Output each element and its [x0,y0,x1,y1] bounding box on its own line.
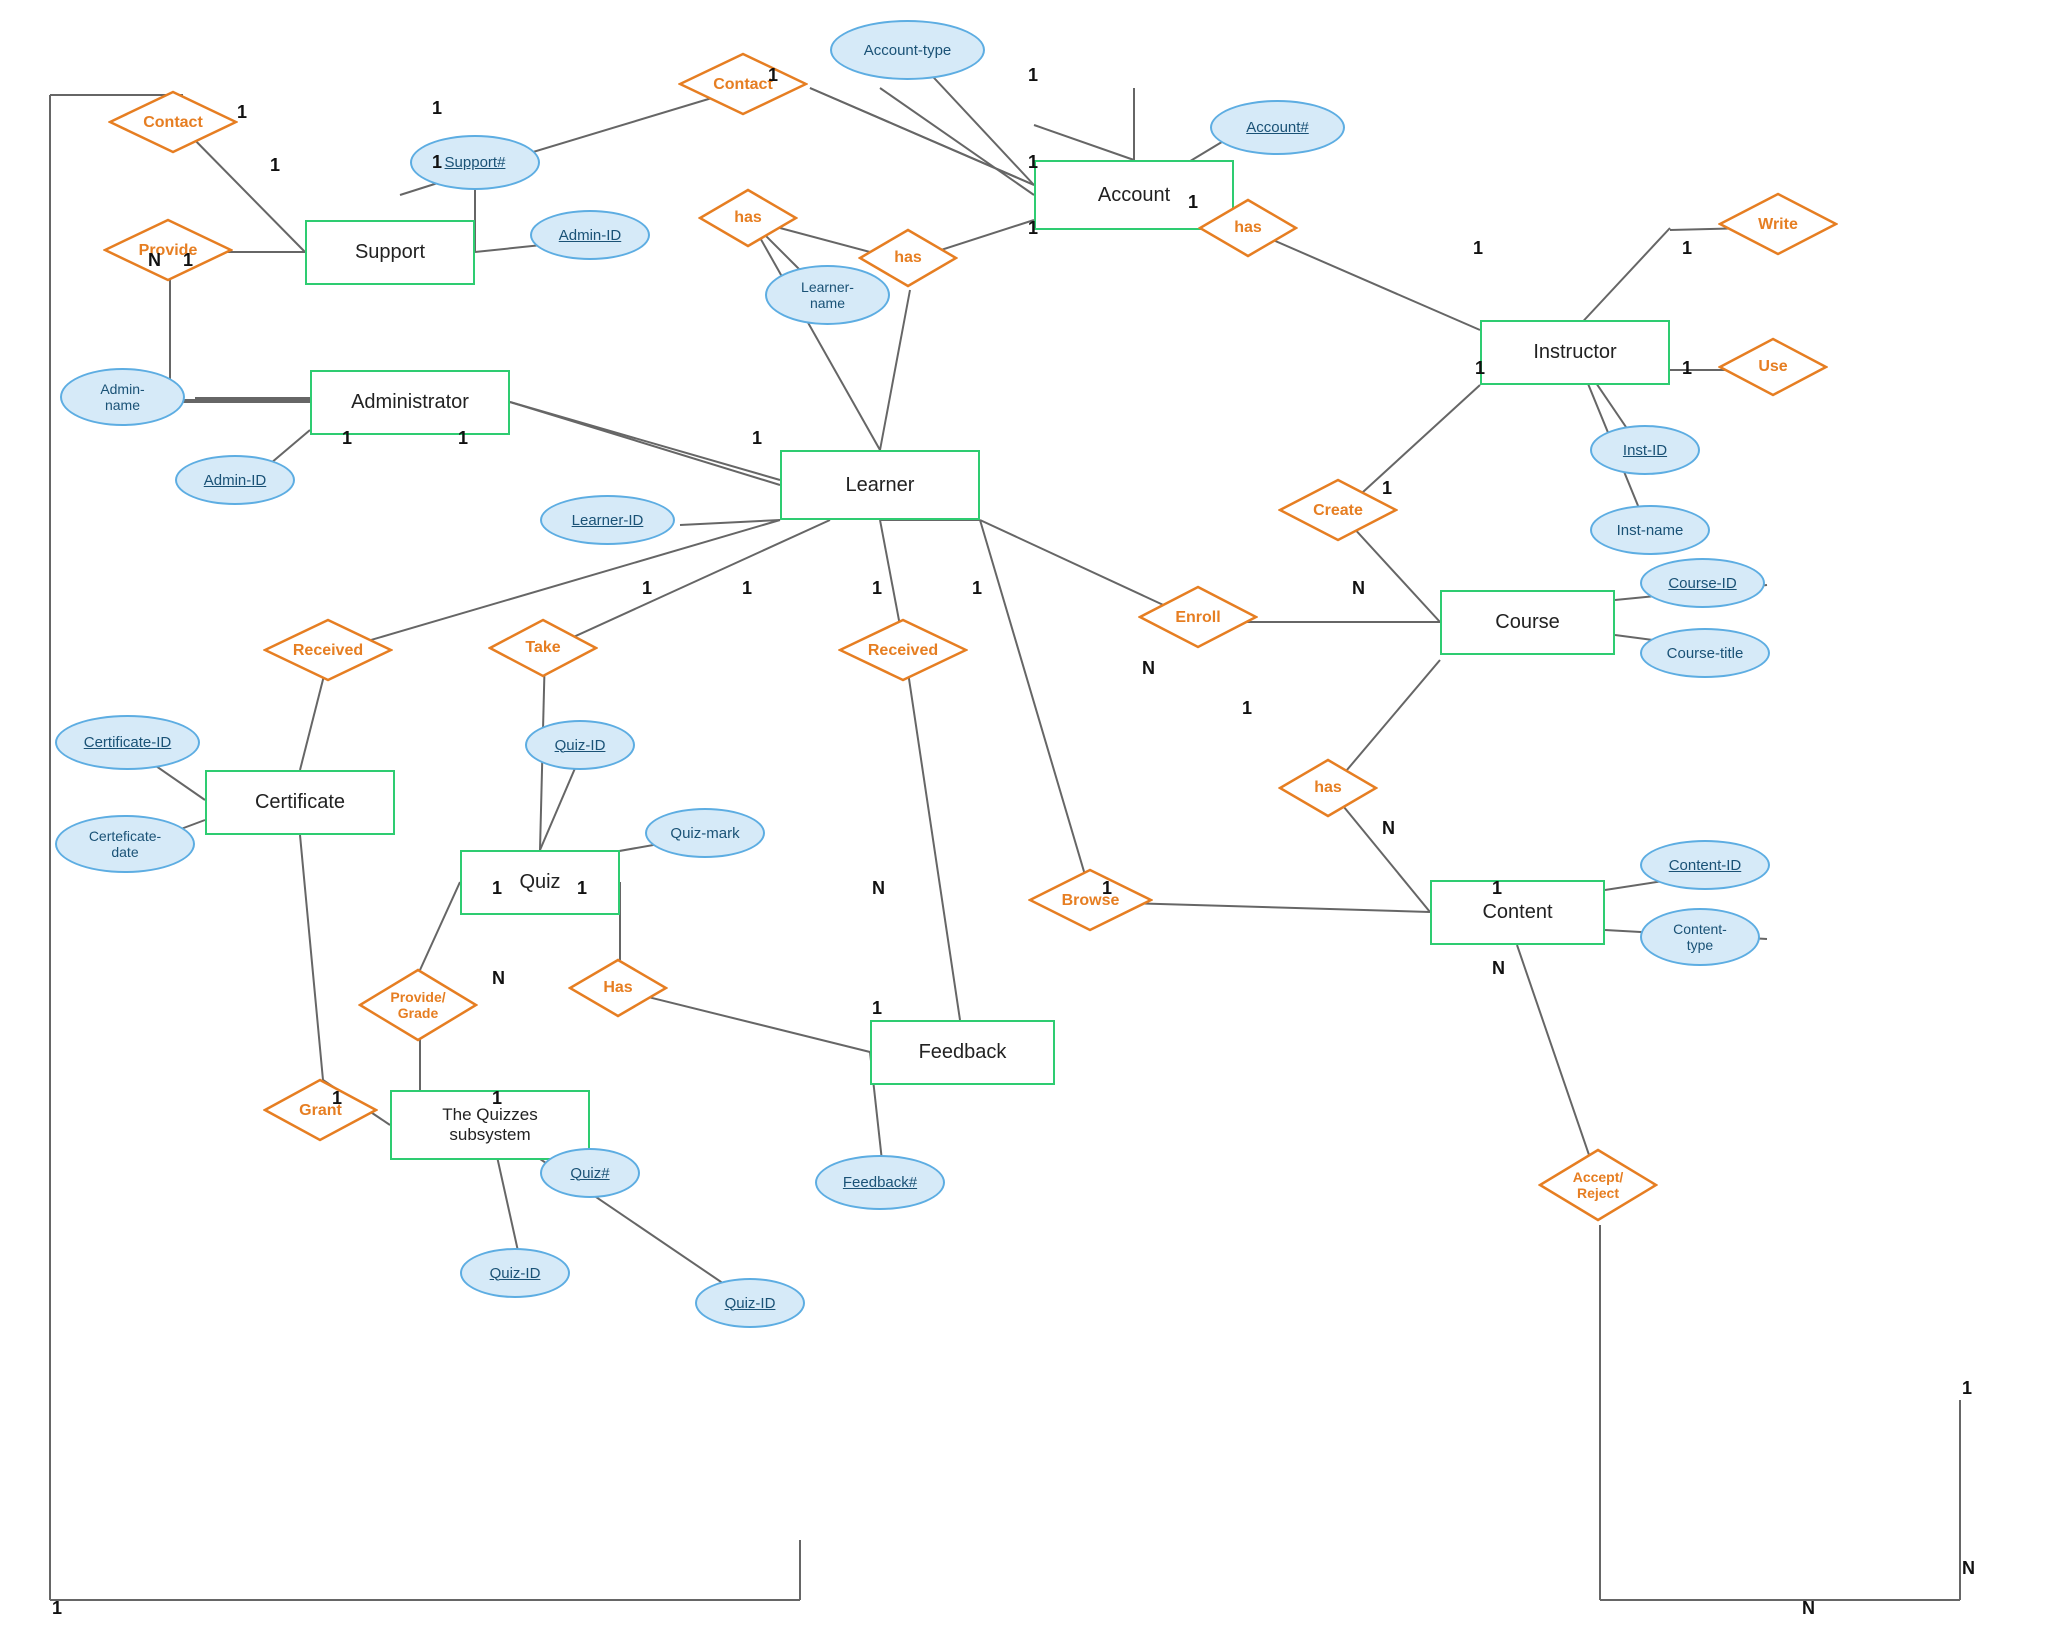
entity-quizzes-subsystem: The Quizzes subsystem [390,1090,590,1160]
entity-feedback: Feedback [870,1020,1055,1085]
rel-enroll: Enroll [1138,585,1258,650]
card-1: 1 [237,102,247,123]
entity-support: Support [305,220,475,285]
attr-course-id: Course-ID [1640,558,1765,608]
attr-quiz-hash: Quiz# [540,1148,640,1198]
card-13: 1 [1682,238,1692,259]
card-21: 1 [872,578,882,599]
rel-accept-reject: Accept/Reject [1538,1148,1658,1223]
card-26: N [492,968,505,989]
card-5: 1 [432,98,442,119]
attr-content-id: Content-ID [1640,840,1770,890]
card-15: 1 [1475,358,1485,379]
card-25: 1 [1382,478,1392,499]
card-35: 1 [1492,878,1502,899]
attr-inst-name: Inst-name [1590,505,1710,555]
entity-administrator: Administrator [310,370,510,435]
rel-contact2: Contact [678,52,808,117]
attr-account-type: Account-type [830,20,985,80]
card-24: N [1352,578,1365,599]
rel-has5: has [1278,758,1378,818]
card-3: N [148,250,161,271]
card-37: 1 [492,1088,502,1109]
rel-has4: Has [568,958,668,1018]
card-39: N [1962,1558,1975,1579]
rel-received1: Received [263,618,393,683]
card-16: 1 [342,428,352,449]
entity-learner: Learner [780,450,980,520]
card-27: 1 [492,878,502,899]
rel-browse: Browse [1028,868,1153,933]
attr-quiz-id2: Quiz-ID [460,1248,570,1298]
card-4: 1 [183,250,193,271]
card-7: 1 [768,65,778,86]
attr-cert-date: Certeficate-date [55,815,195,873]
attr-inst-id: Inst-ID [1590,425,1700,475]
entity-quiz: Quiz [460,850,620,915]
attr-cert-id: Certificate-ID [55,715,200,770]
rel-write: Write [1718,192,1838,257]
card-33: 1 [1242,698,1252,719]
attr-feedback-hash: Feedback# [815,1155,945,1210]
rel-has1: has [698,188,798,248]
card-6: 1 [432,152,442,173]
attr-course-title: Course-title [1640,628,1770,678]
card-19: 1 [642,578,652,599]
rel-provide-grade: Provide/Grade [358,968,478,1043]
rel-contact1: Contact [108,90,238,155]
card-10: 1 [1028,218,1038,239]
card-20: 1 [742,578,752,599]
card-40: N [1802,1598,1815,1619]
entity-content: Content [1430,880,1605,945]
card-41: 1 [52,1598,62,1619]
card-30: 1 [872,998,882,1019]
card-32: N [1382,818,1395,839]
entity-course: Course [1440,590,1615,655]
attr-account-hash: Account# [1210,100,1345,155]
card-28: 1 [577,878,587,899]
attr-quiz-mark: Quiz-mark [645,808,765,858]
card-31: 1 [1102,878,1112,899]
entity-instructor: Instructor [1480,320,1670,385]
card-34: N [1492,958,1505,979]
rel-received2: Received [838,618,968,683]
card-14: 1 [1682,358,1692,379]
rel-create: Create [1278,478,1398,543]
attr-admin-name: Admin-name [60,368,185,426]
card-36: 1 [332,1088,342,1109]
card-11: 1 [1188,192,1198,213]
rel-take: Take [488,618,598,678]
attr-admin-id2: Admin-ID [175,455,295,505]
card-17: 1 [458,428,468,449]
attr-support-hash: Support# [410,135,540,190]
attr-admin-id: Admin-ID [530,210,650,260]
card-38: 1 [1962,1378,1972,1399]
rel-provide: Provide [103,218,233,283]
card-2: 1 [270,155,280,176]
card-12: 1 [1473,238,1483,259]
rel-grant: Grant [263,1078,378,1143]
er-diagram: Account Support Administrator Learner In… [0,0,2059,1632]
rel-use: Use [1718,337,1828,397]
card-23: N [1142,658,1155,679]
attr-content-type: Content-type [1640,908,1760,966]
card-9: 1 [1028,152,1038,173]
card-29: N [872,878,885,899]
attr-quiz-id3: Quiz-ID [695,1278,805,1328]
rel-has2: has [858,228,958,288]
entity-certificate: Certificate [205,770,395,835]
rel-has3: has [1198,198,1298,258]
card-8: 1 [1028,65,1038,86]
card-18: 1 [752,428,762,449]
attr-quiz-id: Quiz-ID [525,720,635,770]
card-22: 1 [972,578,982,599]
attr-learner-id: Learner-ID [540,495,675,545]
